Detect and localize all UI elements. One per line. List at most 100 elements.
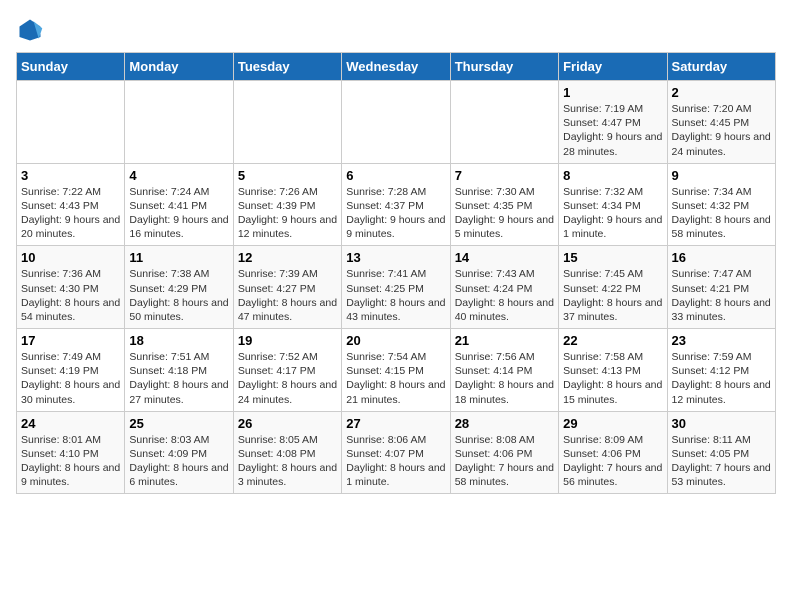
- day-cell: 16 Sunrise: 7:47 AM Sunset: 4:21 PM Dayli…: [667, 246, 775, 329]
- week-row-2: 3 Sunrise: 7:22 AM Sunset: 4:43 PM Daylig…: [17, 163, 776, 246]
- day-cell: [233, 81, 341, 164]
- page-header: [16, 16, 776, 44]
- day-info: Sunrise: 8:06 AM Sunset: 4:07 PM Dayligh…: [346, 433, 445, 490]
- day-number: 17: [21, 333, 120, 348]
- day-cell: 3 Sunrise: 7:22 AM Sunset: 4:43 PM Daylig…: [17, 163, 125, 246]
- day-cell: 1Sunrise: 7:19 AM Sunset: 4:47 PM Daylig…: [559, 81, 667, 164]
- day-cell: 19 Sunrise: 7:52 AM Sunset: 4:17 PM Dayli…: [233, 329, 341, 412]
- day-info: Sunrise: 7:41 AM Sunset: 4:25 PM Dayligh…: [346, 267, 445, 324]
- day-number: 2: [672, 85, 771, 100]
- day-cell: 5Sunrise: 7:26 AM Sunset: 4:39 PM Daylig…: [233, 163, 341, 246]
- day-cell: 21 Sunrise: 7:56 AM Sunset: 4:14 PM Dayli…: [450, 329, 558, 412]
- day-cell: 20 Sunrise: 7:54 AM Sunset: 4:15 PM Dayli…: [342, 329, 450, 412]
- day-info: Sunrise: 8:11 AM Sunset: 4:05 PM Dayligh…: [672, 433, 771, 490]
- week-row-5: 24 Sunrise: 8:01 AM Sunset: 4:10 PM Dayli…: [17, 411, 776, 494]
- day-cell: 6Sunrise: 7:28 AM Sunset: 4:37 PM Daylig…: [342, 163, 450, 246]
- col-header-sunday: Sunday: [17, 53, 125, 81]
- day-cell: 28Sunrise: 8:08 AM Sunset: 4:06 PM Dayli…: [450, 411, 558, 494]
- day-cell: 2Sunrise: 7:20 AM Sunset: 4:45 PM Daylig…: [667, 81, 775, 164]
- day-number: 29: [563, 416, 662, 431]
- day-cell: 27 Sunrise: 8:06 AM Sunset: 4:07 PM Dayli…: [342, 411, 450, 494]
- day-info: Sunrise: 7:47 AM Sunset: 4:21 PM Dayligh…: [672, 267, 771, 324]
- day-number: 13: [346, 250, 445, 265]
- day-number: 7: [455, 168, 554, 183]
- week-row-3: 10 Sunrise: 7:36 AM Sunset: 4:30 PM Dayli…: [17, 246, 776, 329]
- day-cell: [125, 81, 233, 164]
- day-number: 26: [238, 416, 337, 431]
- day-cell: [342, 81, 450, 164]
- day-cell: [17, 81, 125, 164]
- day-number: 21: [455, 333, 554, 348]
- day-cell: 9 Sunrise: 7:34 AM Sunset: 4:32 PM Daylig…: [667, 163, 775, 246]
- day-info: Sunrise: 7:56 AM Sunset: 4:14 PM Dayligh…: [455, 350, 554, 407]
- col-header-saturday: Saturday: [667, 53, 775, 81]
- day-info: Sunrise: 7:36 AM Sunset: 4:30 PM Dayligh…: [21, 267, 120, 324]
- day-info: Sunrise: 7:54 AM Sunset: 4:15 PM Dayligh…: [346, 350, 445, 407]
- day-number: 24: [21, 416, 120, 431]
- col-header-friday: Friday: [559, 53, 667, 81]
- day-cell: 29 Sunrise: 8:09 AM Sunset: 4:06 PM Dayli…: [559, 411, 667, 494]
- calendar-table: SundayMondayTuesdayWednesdayThursdayFrid…: [16, 52, 776, 494]
- day-info: Sunrise: 8:05 AM Sunset: 4:08 PM Dayligh…: [238, 433, 337, 490]
- day-number: 1: [563, 85, 662, 100]
- week-row-4: 17 Sunrise: 7:49 AM Sunset: 4:19 PM Dayli…: [17, 329, 776, 412]
- day-cell: 15Sunrise: 7:45 AM Sunset: 4:22 PM Dayli…: [559, 246, 667, 329]
- day-info: Sunrise: 7:45 AM Sunset: 4:22 PM Dayligh…: [563, 267, 662, 324]
- day-cell: 8 Sunrise: 7:32 AM Sunset: 4:34 PM Daylig…: [559, 163, 667, 246]
- day-cell: 14Sunrise: 7:43 AM Sunset: 4:24 PM Dayli…: [450, 246, 558, 329]
- day-cell: 10 Sunrise: 7:36 AM Sunset: 4:30 PM Dayli…: [17, 246, 125, 329]
- day-cell: 12 Sunrise: 7:39 AM Sunset: 4:27 PM Dayli…: [233, 246, 341, 329]
- day-number: 16: [672, 250, 771, 265]
- day-number: 8: [563, 168, 662, 183]
- calendar-header: SundayMondayTuesdayWednesdayThursdayFrid…: [17, 53, 776, 81]
- day-info: Sunrise: 7:32 AM Sunset: 4:34 PM Dayligh…: [563, 185, 662, 242]
- day-cell: 11 Sunrise: 7:38 AM Sunset: 4:29 PM Dayli…: [125, 246, 233, 329]
- day-number: 20: [346, 333, 445, 348]
- day-info: Sunrise: 7:22 AM Sunset: 4:43 PM Dayligh…: [21, 185, 120, 242]
- day-number: 14: [455, 250, 554, 265]
- day-info: Sunrise: 7:51 AM Sunset: 4:18 PM Dayligh…: [129, 350, 228, 407]
- day-cell: 4 Sunrise: 7:24 AM Sunset: 4:41 PM Daylig…: [125, 163, 233, 246]
- day-number: 9: [672, 168, 771, 183]
- day-info: Sunrise: 7:59 AM Sunset: 4:12 PM Dayligh…: [672, 350, 771, 407]
- day-number: 27: [346, 416, 445, 431]
- day-info: Sunrise: 7:49 AM Sunset: 4:19 PM Dayligh…: [21, 350, 120, 407]
- day-number: 25: [129, 416, 228, 431]
- col-header-tuesday: Tuesday: [233, 53, 341, 81]
- day-number: 23: [672, 333, 771, 348]
- col-header-monday: Monday: [125, 53, 233, 81]
- week-row-1: 1Sunrise: 7:19 AM Sunset: 4:47 PM Daylig…: [17, 81, 776, 164]
- col-header-wednesday: Wednesday: [342, 53, 450, 81]
- day-cell: 7 Sunrise: 7:30 AM Sunset: 4:35 PM Daylig…: [450, 163, 558, 246]
- day-info: Sunrise: 7:28 AM Sunset: 4:37 PM Dayligh…: [346, 185, 445, 242]
- day-info: Sunrise: 8:08 AM Sunset: 4:06 PM Dayligh…: [455, 433, 554, 490]
- logo-icon: [16, 16, 44, 44]
- day-info: Sunrise: 8:01 AM Sunset: 4:10 PM Dayligh…: [21, 433, 120, 490]
- day-info: Sunrise: 7:38 AM Sunset: 4:29 PM Dayligh…: [129, 267, 228, 324]
- day-info: Sunrise: 7:58 AM Sunset: 4:13 PM Dayligh…: [563, 350, 662, 407]
- day-info: Sunrise: 7:30 AM Sunset: 4:35 PM Dayligh…: [455, 185, 554, 242]
- day-cell: 26 Sunrise: 8:05 AM Sunset: 4:08 PM Dayli…: [233, 411, 341, 494]
- day-cell: 23 Sunrise: 7:59 AM Sunset: 4:12 PM Dayli…: [667, 329, 775, 412]
- day-info: Sunrise: 7:24 AM Sunset: 4:41 PM Dayligh…: [129, 185, 228, 242]
- day-cell: 17 Sunrise: 7:49 AM Sunset: 4:19 PM Dayli…: [17, 329, 125, 412]
- day-info: Sunrise: 7:39 AM Sunset: 4:27 PM Dayligh…: [238, 267, 337, 324]
- day-number: 12: [238, 250, 337, 265]
- day-number: 4: [129, 168, 228, 183]
- day-number: 11: [129, 250, 228, 265]
- day-info: Sunrise: 7:52 AM Sunset: 4:17 PM Dayligh…: [238, 350, 337, 407]
- day-cell: [450, 81, 558, 164]
- day-info: Sunrise: 8:09 AM Sunset: 4:06 PM Dayligh…: [563, 433, 662, 490]
- day-info: Sunrise: 7:34 AM Sunset: 4:32 PM Dayligh…: [672, 185, 771, 242]
- day-number: 10: [21, 250, 120, 265]
- day-info: Sunrise: 7:26 AM Sunset: 4:39 PM Dayligh…: [238, 185, 337, 242]
- day-cell: 18Sunrise: 7:51 AM Sunset: 4:18 PM Dayli…: [125, 329, 233, 412]
- day-number: 19: [238, 333, 337, 348]
- day-number: 3: [21, 168, 120, 183]
- logo: [16, 16, 48, 44]
- day-cell: 25 Sunrise: 8:03 AM Sunset: 4:09 PM Dayli…: [125, 411, 233, 494]
- day-number: 30: [672, 416, 771, 431]
- day-cell: 22Sunrise: 7:58 AM Sunset: 4:13 PM Dayli…: [559, 329, 667, 412]
- col-header-thursday: Thursday: [450, 53, 558, 81]
- day-info: Sunrise: 8:03 AM Sunset: 4:09 PM Dayligh…: [129, 433, 228, 490]
